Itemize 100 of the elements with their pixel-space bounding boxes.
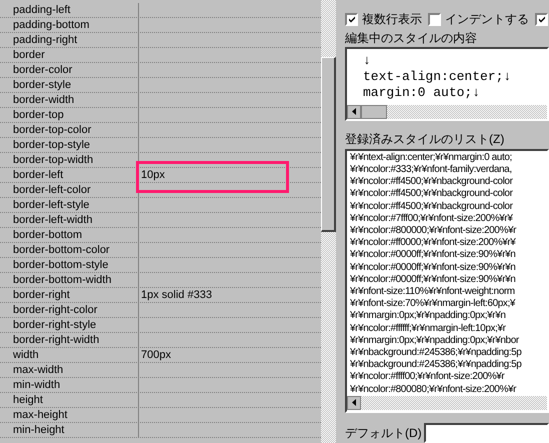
property-row[interactable]: border-top-color (0, 123, 321, 138)
code-line: ↓ (363, 53, 371, 69)
checkbox[interactable] (535, 12, 548, 26)
check-icon (538, 15, 546, 23)
property-row[interactable]: border-bottom-style (0, 258, 321, 273)
property-name: border-left (13, 169, 64, 181)
property-row[interactable]: max-width (0, 363, 321, 378)
scroll-left-button[interactable] (347, 104, 361, 119)
property-row[interactable]: border-style (0, 78, 321, 93)
property-row[interactable]: border-bottom-color (0, 243, 321, 258)
property-row[interactable]: border-right-color (0, 303, 321, 318)
default-label: デフォルト(D) (345, 425, 422, 442)
property-row[interactable]: width 700px (0, 348, 321, 363)
property-name: border-left-width (13, 214, 92, 226)
property-row[interactable]: border-top (0, 108, 321, 123)
property-name: border-bottom (13, 229, 82, 241)
property-name: max-width (13, 364, 64, 376)
style-list-item[interactable]: ¥r¥ncolor:#ff0000;¥r¥nfont-size:200%¥r¥ (350, 237, 516, 250)
property-name: width (13, 349, 39, 361)
style-list-item[interactable]: ¥r¥nfont-size:110%¥r¥nfont-weight:norm (350, 286, 515, 298)
property-name: border-bottom-width (13, 274, 112, 286)
style-list-item[interactable]: ¥r¥ncolor:#7fff00;¥r¥nfont-size:200%¥r¥ (350, 212, 512, 225)
property-row[interactable]: max-height (0, 408, 321, 423)
property-row[interactable]: padding-right (0, 33, 321, 48)
style-list-item[interactable]: ¥r¥nbackground:#245386;¥r¥npadding:5p (350, 347, 522, 360)
style-list-item[interactable]: ¥r¥ncolor:#800000;¥r¥nfont-size:200%¥r (350, 225, 516, 238)
property-row[interactable]: border-top-width (0, 153, 321, 168)
property-row[interactable]: border-left-width (0, 213, 321, 228)
property-value[interactable]: 1px solid #333 (141, 289, 212, 301)
property-name: border-right-color (13, 304, 98, 316)
code-line: text-align:center;↓ (363, 69, 512, 85)
style-list-item[interactable]: ¥r¥ncolor:#ff4500;¥r¥nbackground-color (350, 200, 513, 213)
property-row[interactable]: border-right-width (0, 333, 321, 348)
scroll-left-button[interactable] (347, 396, 361, 410)
property-name: min-height (13, 424, 64, 436)
style-list-item[interactable]: ¥r¥nmargin:0px;¥r¥npadding:0px;¥r¥nbor (350, 334, 519, 348)
property-name: padding-right (13, 34, 78, 46)
property-name: border-left-color (13, 184, 91, 196)
property-row[interactable]: padding-left (0, 3, 321, 18)
style-list-item[interactable]: ¥r¥ncolor:#800080;¥r¥nfont-size:200%¥r (350, 384, 516, 396)
property-name: border-width (13, 94, 74, 106)
property-row[interactable]: border-color (0, 63, 321, 78)
property-value[interactable]: 700px (141, 349, 171, 361)
style-editor[interactable]: ↓ text-align:center;↓ margin:0 auto;↓ (345, 47, 549, 121)
property-row[interactable]: border-width (0, 93, 321, 108)
property-name: min-width (13, 379, 60, 391)
property-row[interactable]: border-left-color (0, 183, 321, 198)
style-list-item[interactable]: ¥r¥ncolor:#ffff00;¥r¥nfont-size:200%¥r (350, 371, 504, 384)
property-name: border-right-style (13, 319, 96, 331)
property-row[interactable]: border-bottom-width (0, 273, 321, 288)
property-name: max-height (13, 409, 68, 421)
property-name: border (13, 49, 45, 61)
style-list-item[interactable]: ¥r¥nmargin:0px;¥r¥npadding:0px;¥r¥n (350, 310, 506, 323)
style-list-item[interactable]: ¥r¥ncolor:#0000ff;¥r¥nfont-size:90%¥r¥n (350, 262, 516, 274)
style-list-item[interactable]: ¥r¥ntext-align:center;¥r¥nmargin:0 auto; (350, 152, 512, 164)
editor-label: 編集中のスタイルの内容 (345, 30, 478, 46)
style-list-item[interactable]: ¥r¥ncolor:#0000ff;¥r¥nfont-size:90%¥r¥n (350, 274, 516, 286)
scroll-thumb[interactable] (361, 104, 387, 119)
property-row[interactable]: border-bottom (0, 228, 321, 243)
property-name: height (13, 394, 43, 406)
property-row[interactable]: border (0, 48, 321, 63)
checkbox[interactable] (428, 12, 441, 26)
property-row[interactable]: border-right-style (0, 318, 321, 333)
property-row[interactable]: border-left 10px (0, 168, 321, 183)
property-name: border-left-style (13, 199, 90, 211)
style-list-item[interactable]: ¥r¥nbackground:#245386;¥r¥npadding:5p (350, 359, 522, 372)
default-field[interactable] (424, 423, 549, 443)
property-name: border-right-width (13, 334, 100, 346)
property-name: border-top (13, 109, 64, 121)
property-name: padding-left (13, 4, 70, 16)
property-row[interactable]: min-width (0, 378, 321, 393)
style-list-item[interactable]: ¥r¥ncolor:#ff4500;¥r¥nbackground-color (350, 188, 513, 201)
property-row[interactable]: padding-bottom (0, 18, 321, 33)
property-name: border-right (13, 289, 70, 301)
property-row[interactable]: border-right 1px solid #333 (0, 288, 321, 303)
property-name: border-bottom-style (13, 259, 108, 271)
property-value[interactable]: 10px (141, 169, 165, 181)
style-list-item[interactable]: ¥r¥ncolor:#ff4500;¥r¥nbackground-color (350, 176, 513, 188)
property-name: border-bottom-color (13, 244, 110, 256)
scrollbar[interactable] (321, 0, 336, 443)
checkbox-label[interactable]: 複数行表示 (362, 10, 422, 28)
style-list-label: 登録済みスタイルのリスト(Z) (345, 130, 506, 147)
style-list-item[interactable]: ¥r¥ncolor:#0000ff;¥r¥nfont-size:90%¥r¥n (350, 249, 516, 262)
style-list[interactable] (345, 148, 549, 413)
property-name: border-top-width (13, 154, 94, 166)
checkbox-label[interactable]: インデントする (445, 10, 529, 28)
left-arrow-icon (352, 399, 356, 406)
style-list-item[interactable]: ¥r¥ncolor:#ffffff;¥r¥nmargin-left:10px;¥r (350, 322, 506, 335)
property-name: border-top-style (13, 139, 90, 151)
property-row[interactable]: border-top-style (0, 138, 321, 153)
property-row[interactable]: min-height (0, 423, 321, 438)
style-list-item[interactable]: ¥r¥nfont-size:70%¥r¥nmargin-left:60px;¥ (350, 298, 516, 310)
property-name: padding-bottom (13, 19, 90, 31)
property-name: border-style (13, 79, 72, 91)
style-list-item[interactable]: ¥r¥ncolor:#333;¥r¥nfont-family:verdana, (350, 164, 512, 176)
property-row[interactable]: height (0, 393, 321, 408)
property-name: border-color (13, 64, 72, 76)
checkbox[interactable] (345, 12, 358, 26)
property-row[interactable]: border-left-style (0, 198, 321, 213)
left-arrow-icon (352, 108, 356, 116)
